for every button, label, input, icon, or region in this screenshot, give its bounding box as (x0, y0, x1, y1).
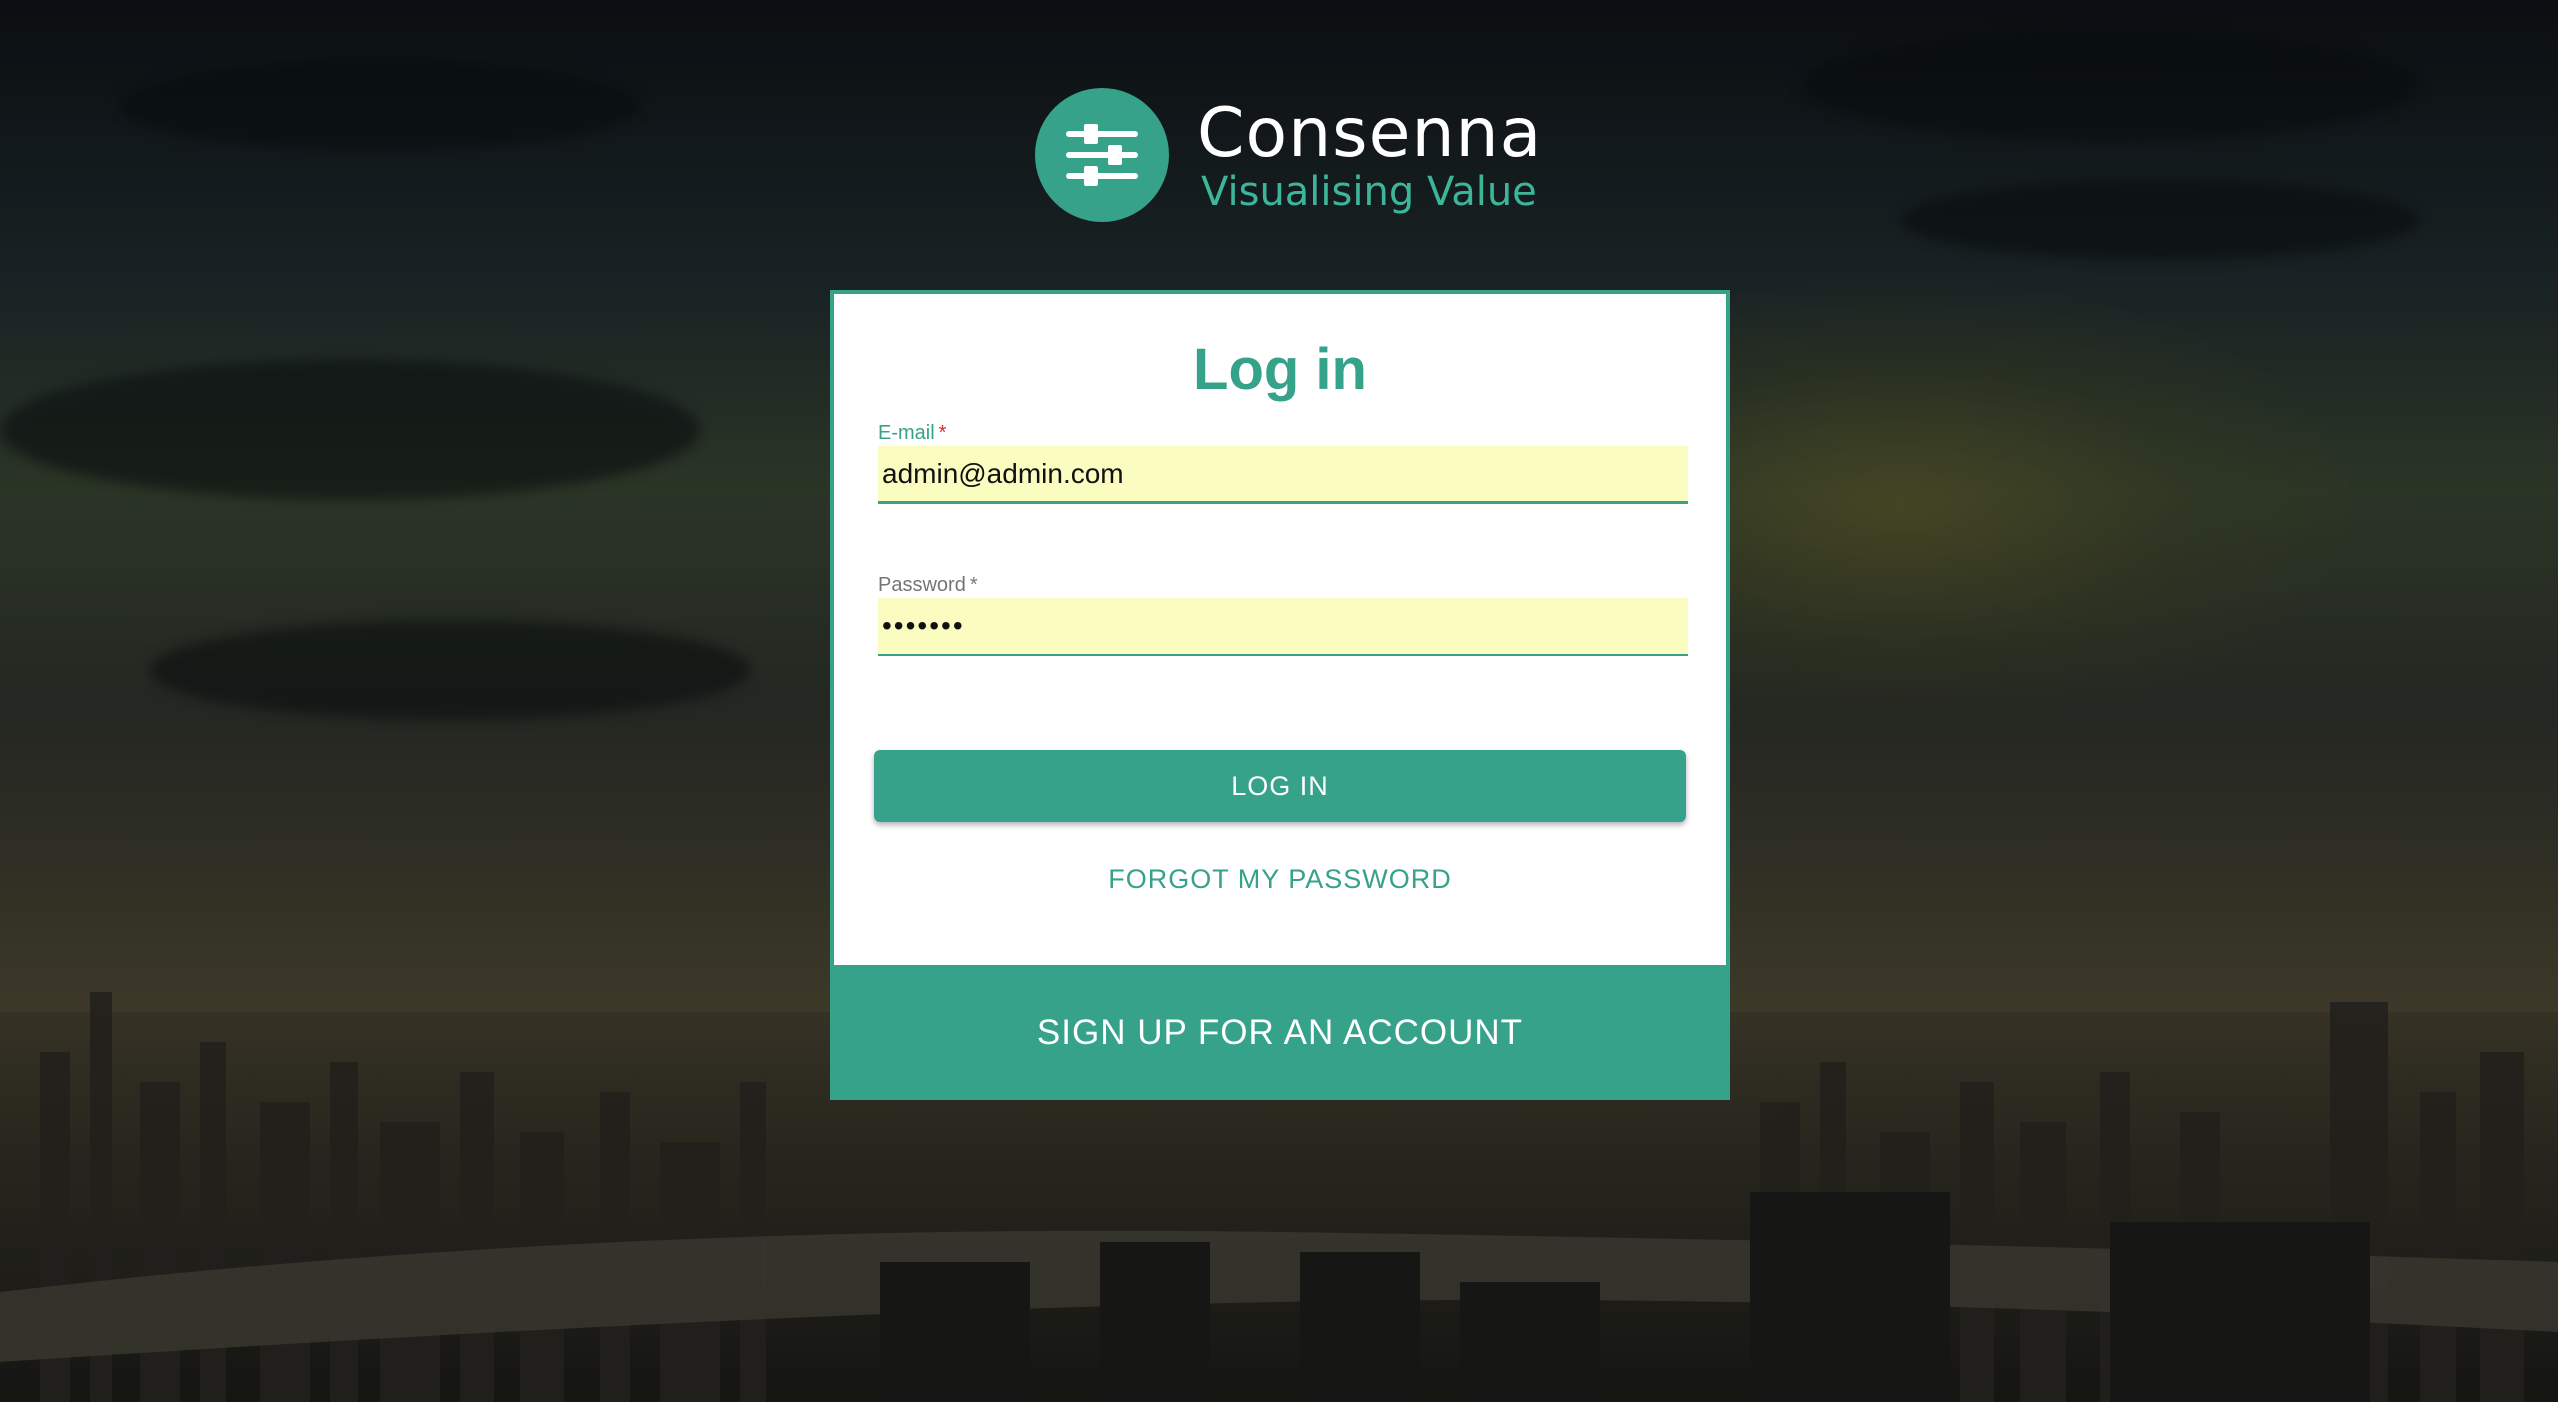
password-field-group: Password * (878, 572, 1688, 656)
login-button[interactable]: LOG IN (874, 750, 1686, 822)
email-label-text: E-mail (878, 422, 935, 444)
required-mark: * (969, 574, 978, 596)
brand-tagline: Visualising Value (1201, 169, 1537, 215)
login-card: Log in E-mail* Password* LOG IN FORGOT M… (830, 290, 1730, 1100)
password-field[interactable] (878, 598, 1688, 656)
forgot-password-link[interactable]: FORGOT MY PASSWORD (834, 864, 1726, 895)
sliders-icon (1035, 88, 1169, 222)
login-title: Log in (1193, 337, 1367, 402)
password-label: Password * (878, 572, 1688, 598)
brand-name: Consenna (1197, 94, 1543, 173)
email-label: E-mail * (878, 420, 1688, 446)
email-field[interactable] (878, 446, 1688, 504)
required-mark: * (938, 422, 947, 444)
login-page: Consenna Visualising Value Log in E-mail… (0, 0, 2558, 1402)
signup-button[interactable]: SIGN UP FOR AN ACCOUNT (830, 965, 1730, 1100)
brand-text: Consenna Visualising Value (1197, 94, 1543, 215)
brand-logo: Consenna Visualising Value (1035, 88, 1542, 222)
login-form: Log in E-mail* Password* LOG IN FORGOT M… (830, 290, 1730, 965)
password-label-text: Password (878, 574, 966, 596)
email-field-group: E-mail * (878, 420, 1688, 504)
